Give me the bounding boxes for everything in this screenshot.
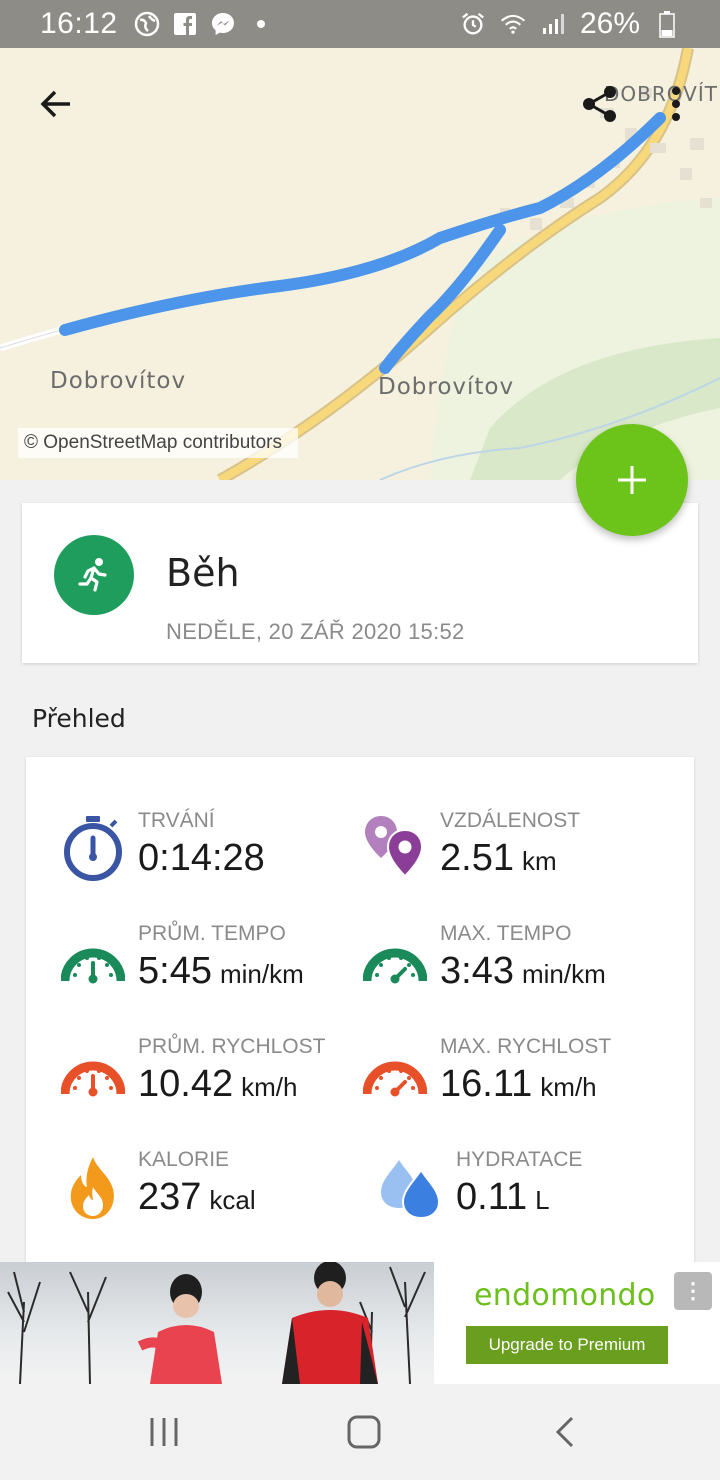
- stat-value: 5:45 min/km: [138, 950, 304, 992]
- stat-label: MAX. RYCHLOST: [440, 1035, 612, 1058]
- stopwatch-icon: [58, 809, 128, 889]
- alarm-icon: [460, 11, 486, 37]
- stat-distance: VZDÁLENOST 2.51 km: [360, 809, 680, 909]
- route-map[interactable]: Dobrovítov Dobrovítov DOBROVÍT © OpenStr…: [0, 48, 720, 480]
- messenger-icon: [210, 11, 236, 37]
- stat-duration: TRVÁNÍ 0:14:28: [58, 809, 378, 909]
- map-label: Dobrovítov: [378, 374, 515, 400]
- home-button[interactable]: [332, 1408, 396, 1456]
- ad-brand: endomondo: [474, 1278, 656, 1313]
- upgrade-premium-button[interactable]: Upgrade to Premium: [466, 1326, 668, 1364]
- stat-max-pace: MAX. TEMPO 3:43 min/km: [360, 922, 680, 1022]
- share-button[interactable]: [572, 76, 628, 132]
- stat-label: KALORIE: [138, 1148, 230, 1171]
- system-icons: 26%: [460, 7, 680, 41]
- speedometer-icon: [58, 1035, 128, 1115]
- back-button[interactable]: [28, 76, 84, 132]
- home-icon: [347, 1415, 381, 1449]
- stat-value: 10.42 km/h: [138, 1063, 298, 1105]
- plus-icon: [618, 466, 646, 494]
- recents-icon: [150, 1418, 178, 1446]
- battery-percent: 26%: [579, 7, 640, 40]
- stat-value: 3:43 min/km: [440, 950, 606, 992]
- stat-label: PRŮM. TEMPO: [138, 922, 286, 945]
- globe-icon: [134, 11, 160, 37]
- status-time: 16:12: [40, 7, 118, 40]
- activity-header-card: Běh NEDĚLE, 20 ZÁŘ 2020 15:52: [22, 503, 698, 663]
- stat-value: 2.51 km: [440, 837, 557, 879]
- stat-label: MAX. TEMPO: [440, 922, 572, 945]
- running-icon: [78, 558, 107, 592]
- stat-avg-speed: PRŮM. RYCHLOST 10.42 km/h: [58, 1035, 378, 1135]
- stat-value: 16.11 km/h: [440, 1063, 597, 1105]
- signal-icon: [540, 11, 566, 37]
- stat-calories: KALORIE 237 kcal: [58, 1148, 378, 1248]
- stat-label: HYDRATACE: [456, 1148, 583, 1171]
- activity-date: NEDĚLE, 20 ZÁŘ 2020 15:52: [166, 619, 465, 644]
- more-vert-icon: [672, 87, 680, 121]
- speedometer-icon: [58, 922, 128, 1002]
- speedometer-icon: [360, 1035, 430, 1115]
- back-nav-button[interactable]: [534, 1408, 598, 1456]
- battery-icon: [654, 11, 680, 38]
- stat-label: PRŮM. RYCHLOST: [138, 1035, 326, 1058]
- dot-icon: [248, 11, 274, 37]
- stat-value: 237 kcal: [138, 1176, 256, 1218]
- stat-value: 0:14:28: [138, 837, 265, 879]
- stat-label: VZDÁLENOST: [440, 809, 581, 832]
- flame-icon: [58, 1148, 128, 1228]
- sport-icon-circle: [54, 535, 134, 615]
- stat-avg-pace: PRŮM. TEMPO 5:45 min/km: [58, 922, 378, 1022]
- overview-title: Přehled: [32, 704, 126, 733]
- recents-button[interactable]: [132, 1408, 196, 1456]
- stat-value: 0.11 L: [456, 1176, 550, 1218]
- ad-banner[interactable]: endomondo Upgrade to Premium ⋮: [0, 1262, 720, 1384]
- facebook-icon: [172, 11, 198, 37]
- system-nav-bar: [0, 1384, 720, 1480]
- ad-image: [0, 1262, 434, 1384]
- overview-stats-card: TRVÁNÍ 0:14:28 VZDÁLENOST 2.51 km PRŮM. T…: [26, 757, 694, 1267]
- sport-name: Běh: [166, 551, 240, 595]
- ad-choices-icon[interactable]: ⋮: [674, 1272, 712, 1310]
- back-chevron-icon: [555, 1416, 574, 1448]
- stat-hydration: HYDRATACE 0.11 L: [376, 1148, 696, 1248]
- wifi-icon: [500, 11, 526, 37]
- notification-icons: [134, 11, 274, 37]
- more-button[interactable]: [648, 76, 704, 132]
- add-button[interactable]: [576, 424, 688, 536]
- map-label: Dobrovítov: [50, 368, 187, 394]
- speedometer-icon: [360, 922, 430, 1002]
- map-attribution[interactable]: © OpenStreetMap contributors: [18, 428, 298, 458]
- water-drops-icon: [376, 1148, 446, 1228]
- location-pin-icon: [360, 809, 430, 889]
- arrow-left-icon: [40, 90, 70, 118]
- stat-label: TRVÁNÍ: [138, 809, 215, 832]
- share-icon: [583, 86, 616, 122]
- stat-max-speed: MAX. RYCHLOST 16.11 km/h: [360, 1035, 680, 1135]
- status-bar: 16:12 26%: [0, 0, 720, 48]
